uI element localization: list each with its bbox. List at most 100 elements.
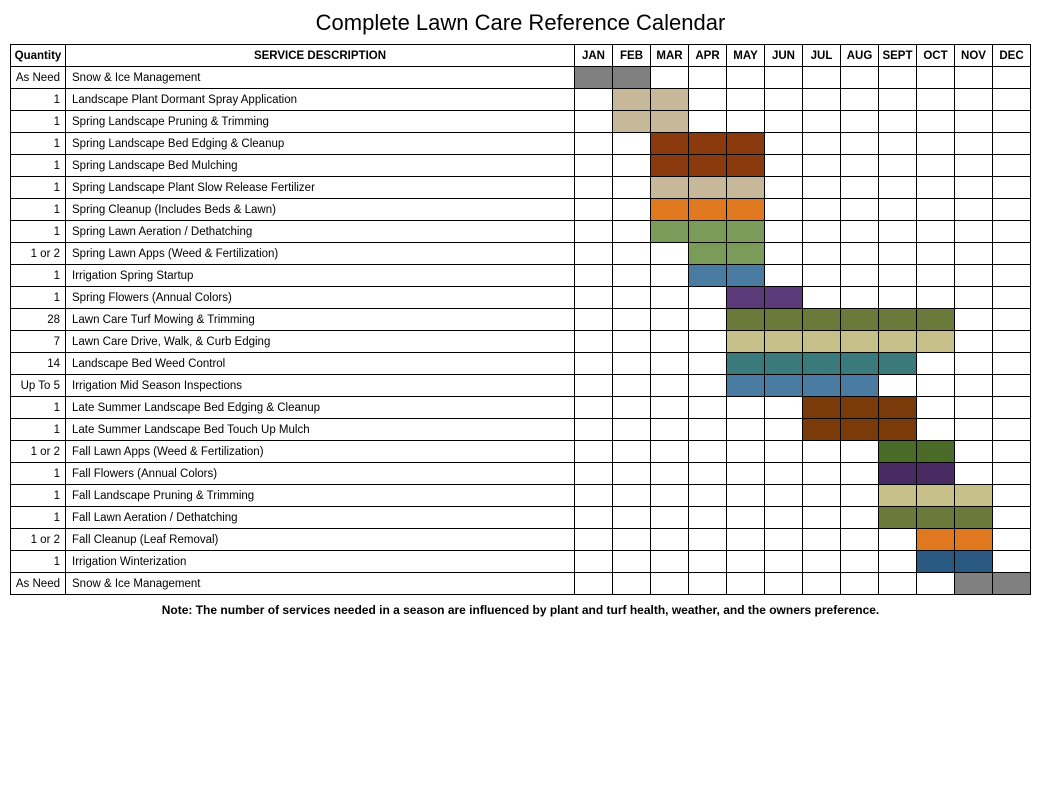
cell-0-4 <box>727 67 765 89</box>
cell-9-5 <box>765 265 803 287</box>
cell-6-2 <box>651 199 689 221</box>
cell-19-0 <box>575 485 613 507</box>
cell-19-1 <box>613 485 651 507</box>
cell-16-9 <box>917 419 955 441</box>
row-qty-13: 14 <box>11 353 66 375</box>
cell-20-1 <box>613 507 651 529</box>
cell-23-0 <box>575 573 613 595</box>
cell-6-6 <box>803 199 841 221</box>
row-desc-10: Spring Flowers (Annual Colors) <box>66 287 575 309</box>
cell-17-9 <box>917 441 955 463</box>
cell-3-11 <box>993 133 1031 155</box>
cell-16-4 <box>727 419 765 441</box>
cell-14-5 <box>765 375 803 397</box>
row-desc-13: Landscape Bed Weed Control <box>66 353 575 375</box>
cell-15-0 <box>575 397 613 419</box>
cell-0-9 <box>917 67 955 89</box>
cell-12-10 <box>955 331 993 353</box>
cell-21-2 <box>651 529 689 551</box>
cell-23-7 <box>841 573 879 595</box>
row-qty-5: 1 <box>11 177 66 199</box>
cell-14-10 <box>955 375 993 397</box>
cell-3-8 <box>879 133 917 155</box>
header-apr: APR <box>689 45 727 67</box>
cell-9-6 <box>803 265 841 287</box>
row-desc-7: Spring Lawn Aeration / Dethatching <box>66 221 575 243</box>
cell-1-6 <box>803 89 841 111</box>
cell-16-8 <box>879 419 917 441</box>
cell-16-6 <box>803 419 841 441</box>
cell-15-2 <box>651 397 689 419</box>
cell-1-11 <box>993 89 1031 111</box>
header-dec: DEC <box>993 45 1031 67</box>
cell-18-9 <box>917 463 955 485</box>
cell-20-2 <box>651 507 689 529</box>
cell-11-8 <box>879 309 917 331</box>
cell-11-11 <box>993 309 1031 331</box>
cell-22-8 <box>879 551 917 573</box>
row-desc-5: Spring Landscape Plant Slow Release Fert… <box>66 177 575 199</box>
cell-22-4 <box>727 551 765 573</box>
cell-4-2 <box>651 155 689 177</box>
cell-12-1 <box>613 331 651 353</box>
cell-4-11 <box>993 155 1031 177</box>
cell-8-7 <box>841 243 879 265</box>
cell-20-10 <box>955 507 993 529</box>
cell-19-4 <box>727 485 765 507</box>
cell-19-9 <box>917 485 955 507</box>
cell-12-7 <box>841 331 879 353</box>
cell-2-4 <box>727 111 765 133</box>
cell-2-1 <box>613 111 651 133</box>
cell-10-4 <box>727 287 765 309</box>
cell-3-7 <box>841 133 879 155</box>
cell-21-8 <box>879 529 917 551</box>
row-qty-3: 1 <box>11 133 66 155</box>
cell-14-9 <box>917 375 955 397</box>
cell-17-0 <box>575 441 613 463</box>
cell-15-5 <box>765 397 803 419</box>
cell-22-7 <box>841 551 879 573</box>
cell-10-6 <box>803 287 841 309</box>
cell-2-2 <box>651 111 689 133</box>
cell-2-6 <box>803 111 841 133</box>
calendar-table: Quantity SERVICE DESCRIPTION JAN FEB MAR… <box>10 44 1031 595</box>
cell-12-2 <box>651 331 689 353</box>
cell-22-9 <box>917 551 955 573</box>
cell-18-11 <box>993 463 1031 485</box>
cell-10-11 <box>993 287 1031 309</box>
cell-4-7 <box>841 155 879 177</box>
cell-13-1 <box>613 353 651 375</box>
cell-0-11 <box>993 67 1031 89</box>
cell-13-5 <box>765 353 803 375</box>
cell-18-4 <box>727 463 765 485</box>
header-qty: Quantity <box>11 45 66 67</box>
cell-19-8 <box>879 485 917 507</box>
cell-17-3 <box>689 441 727 463</box>
row-qty-15: 1 <box>11 397 66 419</box>
cell-5-4 <box>727 177 765 199</box>
cell-13-2 <box>651 353 689 375</box>
cell-14-7 <box>841 375 879 397</box>
cell-18-3 <box>689 463 727 485</box>
cell-12-8 <box>879 331 917 353</box>
cell-16-5 <box>765 419 803 441</box>
cell-6-8 <box>879 199 917 221</box>
cell-20-7 <box>841 507 879 529</box>
cell-2-10 <box>955 111 993 133</box>
cell-17-7 <box>841 441 879 463</box>
cell-7-3 <box>689 221 727 243</box>
cell-13-8 <box>879 353 917 375</box>
cell-21-10 <box>955 529 993 551</box>
row-qty-9: 1 <box>11 265 66 287</box>
cell-17-11 <box>993 441 1031 463</box>
cell-21-3 <box>689 529 727 551</box>
cell-0-6 <box>803 67 841 89</box>
cell-15-4 <box>727 397 765 419</box>
cell-3-10 <box>955 133 993 155</box>
cell-3-9 <box>917 133 955 155</box>
cell-3-4 <box>727 133 765 155</box>
cell-4-5 <box>765 155 803 177</box>
cell-8-0 <box>575 243 613 265</box>
cell-2-9 <box>917 111 955 133</box>
cell-10-8 <box>879 287 917 309</box>
